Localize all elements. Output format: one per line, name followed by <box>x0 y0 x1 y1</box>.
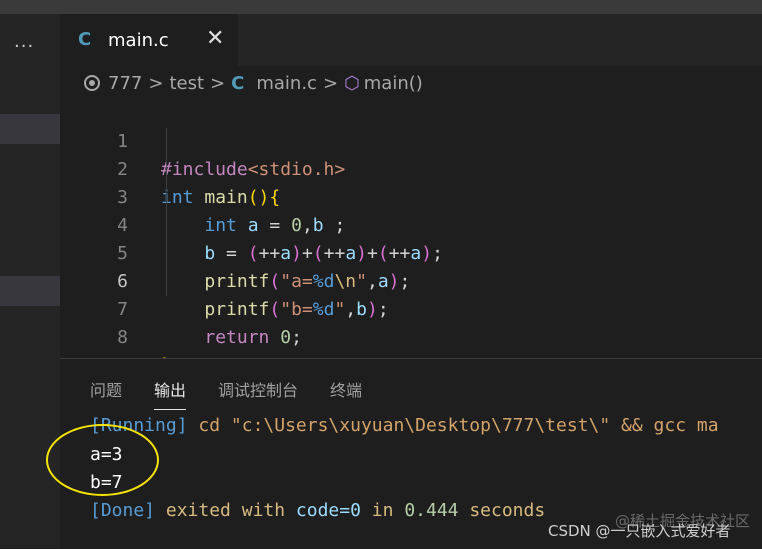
c-language-icon: C <box>78 29 92 50</box>
tab-output[interactable]: 输出 <box>154 377 187 410</box>
breadcrumb: 777 > test > Cmain.c > ⬡ main() <box>84 72 423 96</box>
code-line: 8 } <box>60 296 762 376</box>
breadcrumb-folder-test[interactable]: test <box>169 73 204 94</box>
code-line: 1 #include<stdio.h> <box>60 100 762 180</box>
explorer-selected-item-2[interactable] <box>0 276 60 306</box>
code-text: return 0; <box>204 327 302 348</box>
output-done-line: [Done] exited with code=0 in 0.444 secon… <box>90 500 545 521</box>
done-code: code=0 <box>295 500 361 521</box>
tab-debug-console[interactable]: 调试控制台 <box>218 377 298 401</box>
done-in: in <box>360 500 405 521</box>
c-language-icon: C <box>231 72 245 94</box>
tab-label: main.c <box>108 30 169 51</box>
breadcrumb-file[interactable]: main.c <box>256 73 317 94</box>
close-icon[interactable]: ✕ <box>206 26 224 51</box>
title-bar <box>0 0 762 14</box>
explorer-selected-item[interactable] <box>0 114 60 144</box>
watermark: CSDN @一只嵌入式爱好者 <box>548 522 731 540</box>
tab-terminal[interactable]: 终端 <box>330 377 362 401</box>
done-tag: [Done] <box>90 500 156 521</box>
chevron-right-icon: > <box>148 72 164 94</box>
done-exited: exited with <box>155 500 296 521</box>
output-running-line: [Running] cd "c:\Users\xuyuan\Desktop\77… <box>90 415 719 436</box>
done-time: 0.444 <box>404 500 459 521</box>
tab-problems[interactable]: 问题 <box>90 377 122 401</box>
chevron-right-icon: > <box>210 72 226 94</box>
line-number: 8 <box>117 327 128 348</box>
tab-main-c[interactable]: C main.c ✕ <box>60 14 238 66</box>
symbol-method-icon: ⬡ <box>344 72 360 94</box>
chevron-right-icon: > <box>322 72 339 94</box>
more-actions-icon[interactable]: ··· <box>14 36 34 57</box>
code-editor[interactable]: 1 #include<stdio.h> 2 int main(){ 3 int … <box>60 100 762 376</box>
indent-guide <box>166 128 167 296</box>
breadcrumb-folder-777[interactable]: 777 <box>108 73 142 94</box>
done-seconds: seconds <box>458 500 546 521</box>
panel-tabs: 问题 输出 调试控制台 终端 <box>90 377 394 410</box>
source-control-icon <box>84 75 100 91</box>
breadcrumb-symbol[interactable]: main() <box>364 73 423 94</box>
highlight-ellipse <box>46 424 159 496</box>
running-command: cd "c:\Users\xuyuan\Desktop\777\test\" &… <box>187 415 719 436</box>
